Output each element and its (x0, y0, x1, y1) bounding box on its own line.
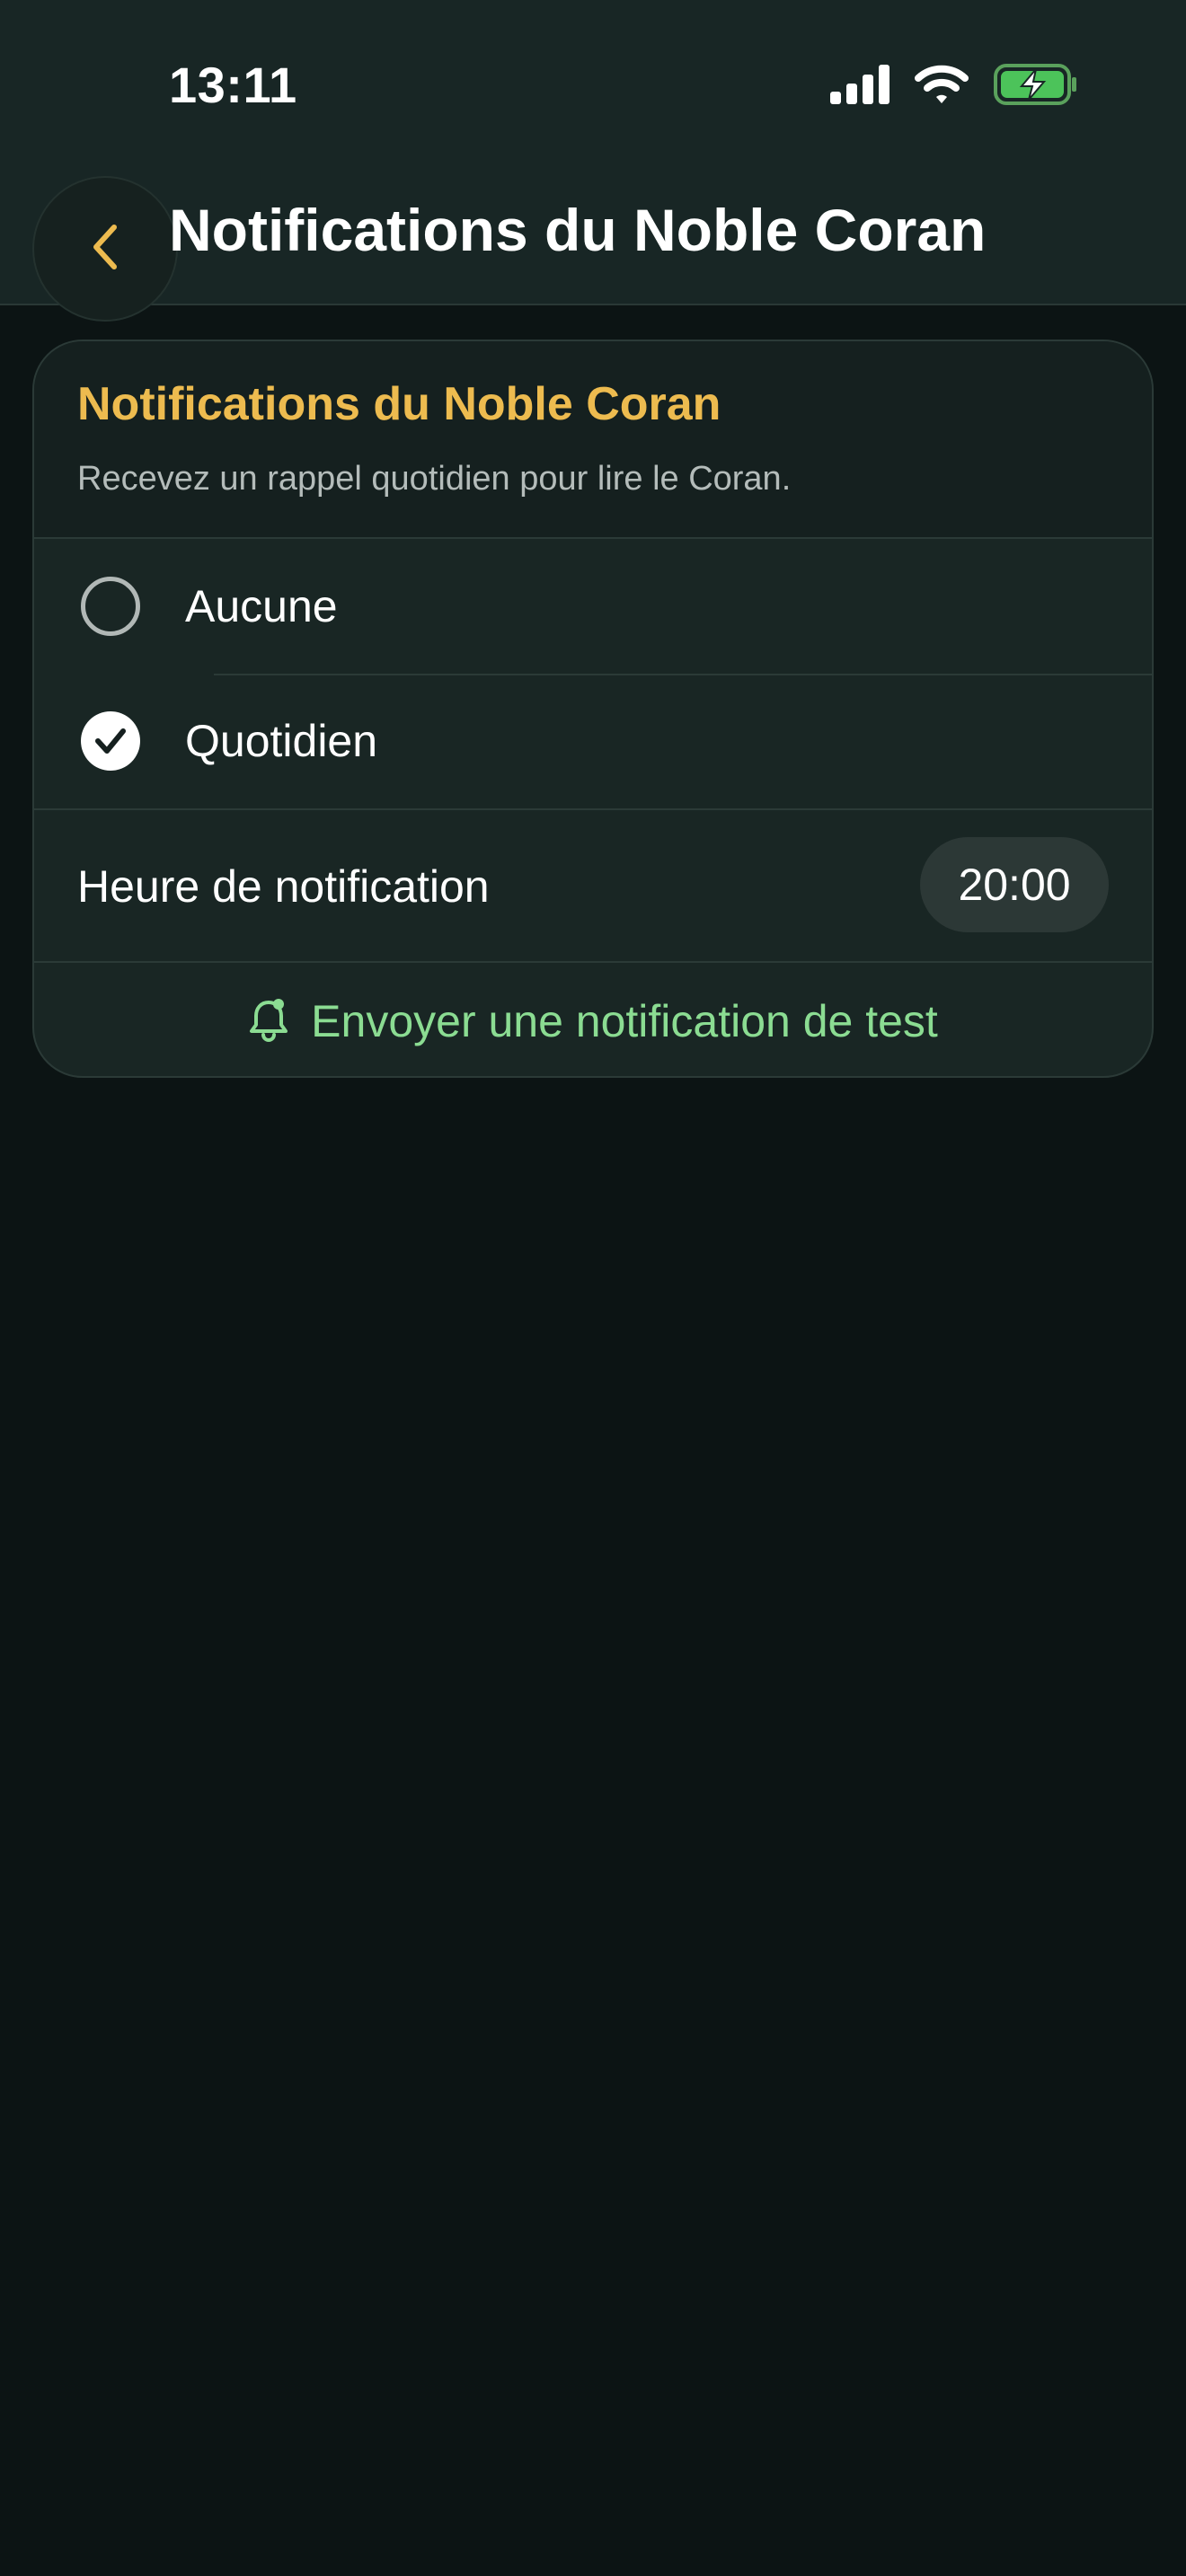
chevron-left-icon (87, 222, 123, 277)
send-test-notification-label: Envoyer une notification de test (311, 996, 938, 1046)
status-time: 13:11 (169, 57, 297, 113)
bell-icon (248, 997, 289, 1046)
send-test-notification-button[interactable]: Envoyer une notification de test (34, 963, 1152, 1076)
time-picker-button[interactable]: 20:00 (920, 837, 1109, 932)
back-button[interactable] (32, 176, 178, 322)
notification-settings-card: Notifications du Noble Coran Recevez un … (32, 340, 1154, 1078)
notification-time-label: Heure de notification (77, 861, 490, 912)
card-header: Notifications du Noble Coran Recevez un … (34, 341, 1152, 539)
page-title: Notifications du Noble Coran (169, 197, 987, 263)
notification-time-row: Heure de notification 20:00 (34, 810, 1152, 963)
radio-checked-icon[interactable] (81, 711, 140, 771)
option-label: Aucune (185, 581, 338, 631)
option-label: Quotidien (185, 716, 378, 766)
cellular-signal-icon (830, 64, 890, 109)
option-daily[interactable]: Quotidien (34, 674, 1152, 810)
battery-charging-icon (994, 63, 1078, 110)
radio-unchecked-icon[interactable] (81, 577, 140, 636)
status-icons (830, 61, 1078, 111)
option-none[interactable]: Aucune (34, 539, 1152, 672)
card-title: Notifications du Noble Coran (77, 378, 721, 430)
card-subtitle: Recevez un rappel quotidien pour lire le… (77, 460, 792, 498)
top-bar: 13:11 Notifications du Noble Coran (0, 0, 1186, 322)
wifi-icon (915, 64, 969, 110)
